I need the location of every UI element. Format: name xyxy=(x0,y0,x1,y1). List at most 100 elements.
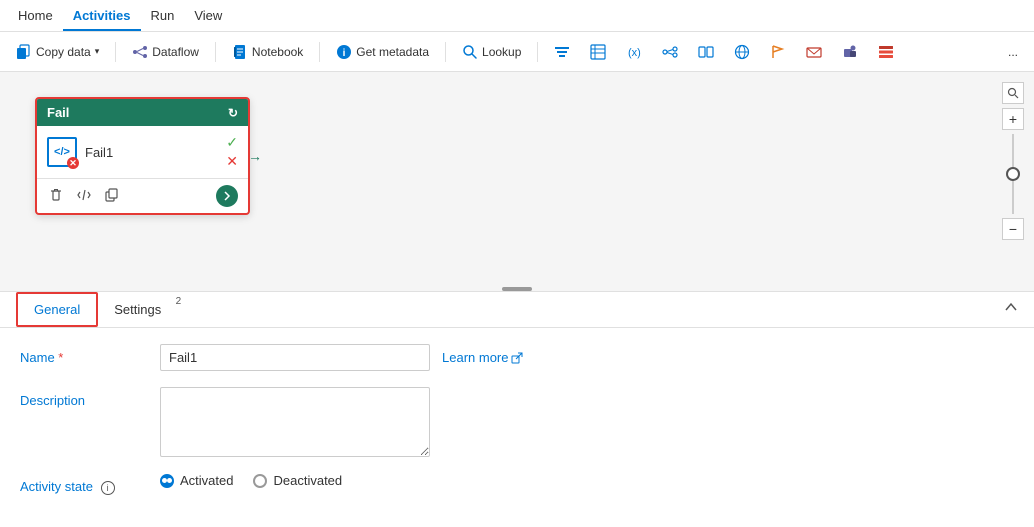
separator-2 xyxy=(215,42,216,62)
search-icon xyxy=(1007,87,1019,99)
activity-type-icon: </> ✕ xyxy=(47,137,77,167)
notebook-button[interactable]: Notebook xyxy=(224,40,311,64)
dataflow-label: Dataflow xyxy=(152,45,199,59)
radio-group: Activated Deactivated xyxy=(160,473,342,488)
bottom-panel: General Settings 2 Name Learn more xyxy=(0,292,1034,527)
card-header: Fail ↻ xyxy=(37,99,248,126)
email-icon-button[interactable] xyxy=(798,40,830,64)
globe-icon-button[interactable] xyxy=(726,40,758,64)
success-icon[interactable]: ✓ xyxy=(226,134,238,151)
lookup-button[interactable]: Lookup xyxy=(454,40,529,64)
zoom-slider[interactable] xyxy=(1012,134,1014,214)
stack-icon xyxy=(878,44,894,60)
filter-icon-button[interactable] xyxy=(546,40,578,64)
learn-more-link[interactable]: Learn more xyxy=(442,350,523,365)
activity-state-options: Activated Deactivated xyxy=(160,473,1014,488)
copy-data-button[interactable]: Copy data ▾ xyxy=(8,40,107,64)
split-icon xyxy=(698,44,714,60)
zoom-out-button[interactable]: − xyxy=(1002,218,1024,240)
activity-state-text: Activity state xyxy=(20,479,93,494)
activity-state-label: Activity state i xyxy=(20,473,160,495)
radio-activated[interactable]: Activated xyxy=(160,473,233,488)
form-row-description: Description xyxy=(20,387,1014,457)
stack-icon-button[interactable] xyxy=(870,40,902,64)
name-label: Name xyxy=(20,344,160,365)
radio-deactivated-dot xyxy=(253,474,267,488)
separator-3 xyxy=(319,42,320,62)
trash-icon xyxy=(49,188,63,202)
name-input[interactable] xyxy=(160,344,430,371)
canvas-resize-divider[interactable] xyxy=(502,287,532,291)
flag-icon xyxy=(770,44,786,60)
toolbar: Copy data ▾ Dataflow Notebook i Get xyxy=(0,32,1034,72)
go-button[interactable] xyxy=(216,185,238,207)
pipeline-icon-button[interactable] xyxy=(654,40,686,64)
chevron-up-icon xyxy=(1004,300,1018,314)
nav-view[interactable]: View xyxy=(184,0,232,31)
fail-icon[interactable]: ✕ xyxy=(226,153,238,170)
nav-home[interactable]: Home xyxy=(8,0,63,31)
separator-1 xyxy=(115,42,116,62)
tab-settings-label: Settings xyxy=(114,302,161,317)
tab-settings[interactable]: Settings 2 xyxy=(98,294,177,325)
lookup-icon xyxy=(462,44,478,60)
radio-activated-label: Activated xyxy=(180,473,233,488)
refresh-icon[interactable]: ↻ xyxy=(228,106,238,120)
description-input[interactable] xyxy=(160,387,430,457)
name-content: Learn more xyxy=(160,344,1014,371)
card-footer xyxy=(37,179,248,213)
filter-icon xyxy=(554,44,570,60)
activity-state-info-icon[interactable]: i xyxy=(101,481,115,495)
flag-icon-button[interactable] xyxy=(762,40,794,64)
zoom-search-button[interactable] xyxy=(1002,82,1024,104)
zoom-panel: + − xyxy=(1002,82,1024,240)
svg-text:i: i xyxy=(343,48,346,59)
teams-icon-button[interactable] xyxy=(834,40,866,64)
form-row-name: Name Learn more xyxy=(20,344,1014,371)
more-button[interactable]: ... xyxy=(1000,41,1026,63)
delete-button[interactable] xyxy=(47,186,65,207)
panel-collapse-button[interactable] xyxy=(1004,300,1018,317)
dataflow-icon xyxy=(132,44,148,60)
copy-icon xyxy=(105,188,119,202)
activity-card: Fail ↻ </> ✕ Fail1 ✓ ✕ xyxy=(35,97,250,215)
tab-general-label: General xyxy=(34,302,80,317)
code-icon: </> xyxy=(54,146,70,158)
radio-deactivated[interactable]: Deactivated xyxy=(253,473,342,488)
lookup-label: Lookup xyxy=(482,45,521,59)
svg-text:(x): (x) xyxy=(628,47,641,59)
card-title: Fail xyxy=(47,105,69,120)
radio-deactivated-label: Deactivated xyxy=(273,473,342,488)
panel-tabs: General Settings 2 xyxy=(0,292,1034,328)
canvas-area: Fail ↻ </> ✕ Fail1 ✓ ✕ xyxy=(0,72,1034,292)
activity-name: Fail1 xyxy=(85,145,113,160)
learn-more-label: Learn more xyxy=(442,350,508,365)
nav-run[interactable]: Run xyxy=(141,0,185,31)
form-area: Name Learn more Description xyxy=(0,328,1034,527)
form-row-activity-state: Activity state i Activated Deactivated xyxy=(20,473,1014,495)
nav-activities[interactable]: Activities xyxy=(63,0,141,31)
zoom-thumb[interactable] xyxy=(1006,167,1020,181)
get-metadata-button[interactable]: i Get metadata xyxy=(328,40,437,64)
pipeline-icon xyxy=(662,44,678,60)
top-navigation: Home Activities Run View xyxy=(0,0,1034,32)
table-icon-button[interactable] xyxy=(582,40,614,64)
variable-icon: (x) xyxy=(626,44,642,60)
description-content xyxy=(160,387,1014,457)
card-header-actions: ↻ xyxy=(228,106,238,120)
settings-badge: 2 xyxy=(176,296,182,307)
tab-general[interactable]: General xyxy=(16,292,98,327)
copy-data-label: Copy data xyxy=(36,45,91,59)
table-icon xyxy=(590,44,606,60)
separator-4 xyxy=(445,42,446,62)
code-button[interactable] xyxy=(75,186,93,207)
teams-icon xyxy=(842,44,858,60)
variable-icon-button[interactable]: (x) xyxy=(618,40,650,64)
zoom-in-button[interactable]: + xyxy=(1002,108,1024,130)
split-icon-button[interactable] xyxy=(690,40,722,64)
copy-data-icon xyxy=(16,44,32,60)
globe-icon xyxy=(734,44,750,60)
email-icon xyxy=(806,44,822,60)
dataflow-button[interactable]: Dataflow xyxy=(124,40,207,64)
copy-button[interactable] xyxy=(103,186,121,207)
